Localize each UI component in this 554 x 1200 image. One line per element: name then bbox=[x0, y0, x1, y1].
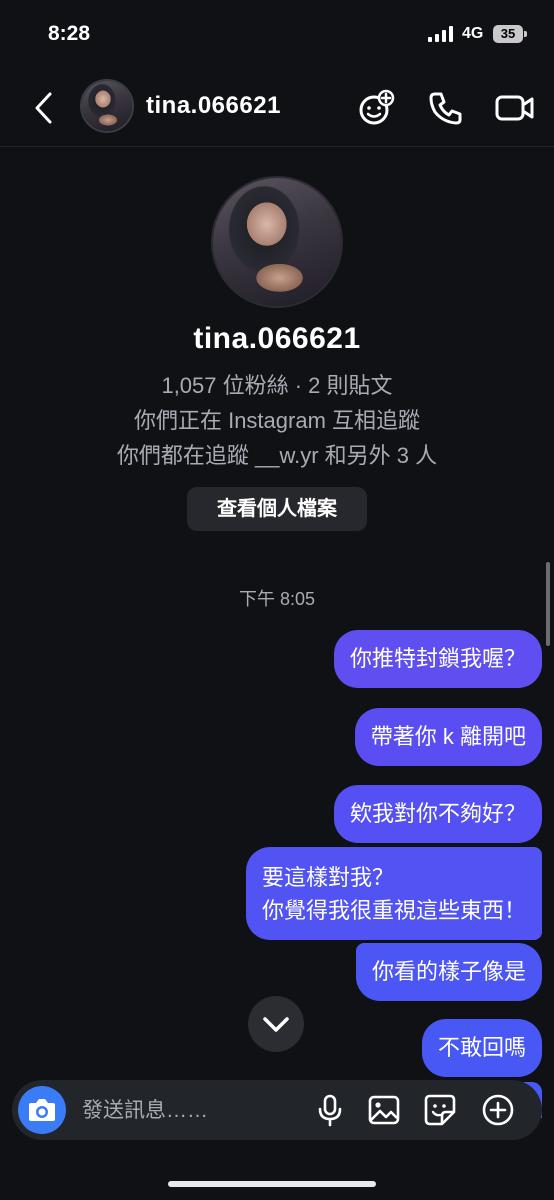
status-time: 8:28 bbox=[48, 22, 91, 45]
home-indicator[interactable] bbox=[168, 1181, 376, 1187]
battery-tip bbox=[524, 31, 527, 37]
battery-icon: 35 bbox=[493, 25, 523, 43]
status-bar: 8:28 4G 35 bbox=[0, 0, 554, 70]
message-bubble[interactable]: 你看的樣子像是 bbox=[355, 943, 542, 1001]
video-icon[interactable] bbox=[494, 88, 534, 128]
profile-mutual-follow: 你們正在 Instagram 互相追蹤 bbox=[133, 408, 421, 433]
chat-header: tina.066621 bbox=[0, 70, 554, 147]
message-bubble[interactable]: 你推特封鎖我喔？ bbox=[333, 630, 542, 688]
message-bubble[interactable]: 帶著你 k 離開吧 bbox=[354, 708, 542, 766]
view-profile-button[interactable]: 查看個人檔案 bbox=[187, 487, 367, 531]
message-line: 你覺得我很重視這些東西！ bbox=[261, 898, 526, 923]
profile-name: tina.066621 bbox=[193, 322, 361, 355]
message-composer bbox=[12, 1080, 542, 1140]
message-bubble[interactable]: 不敢回嗎 bbox=[421, 1019, 542, 1077]
sticker-icon[interactable] bbox=[422, 1092, 458, 1128]
avatar[interactable] bbox=[80, 79, 134, 133]
profile-stats: 1,057 位粉絲 · 2 則貼文 bbox=[161, 373, 393, 398]
message-timestamp: 下午 8:05 bbox=[238, 589, 316, 609]
header-username[interactable]: tina.066621 bbox=[146, 92, 281, 120]
message-line: 要這樣對我？ bbox=[261, 865, 394, 890]
chevron-left-icon[interactable] bbox=[30, 90, 60, 126]
camera-icon[interactable] bbox=[18, 1086, 66, 1134]
phone-icon[interactable] bbox=[426, 88, 466, 128]
message-input[interactable] bbox=[80, 1094, 304, 1128]
signal-icon bbox=[428, 26, 454, 42]
image-icon[interactable] bbox=[366, 1092, 402, 1128]
message-bubble[interactable]: 欸我對你不夠好？ bbox=[333, 785, 542, 843]
profile-followed-by: 你們都在追蹤 __w.yr 和另外 3 人 bbox=[116, 443, 438, 468]
plus-circle-icon[interactable] bbox=[480, 1092, 516, 1128]
scroll-to-bottom-button[interactable] bbox=[248, 996, 304, 1052]
message-bubble[interactable]: 要這樣對我？ 你覺得我很重視這些東西！ bbox=[245, 847, 542, 940]
scrollbar[interactable] bbox=[546, 562, 550, 646]
effects-sticker-icon[interactable] bbox=[356, 88, 396, 128]
microphone-icon[interactable] bbox=[312, 1092, 348, 1128]
profile-avatar[interactable] bbox=[211, 176, 343, 308]
network-type: 4G bbox=[462, 25, 484, 42]
